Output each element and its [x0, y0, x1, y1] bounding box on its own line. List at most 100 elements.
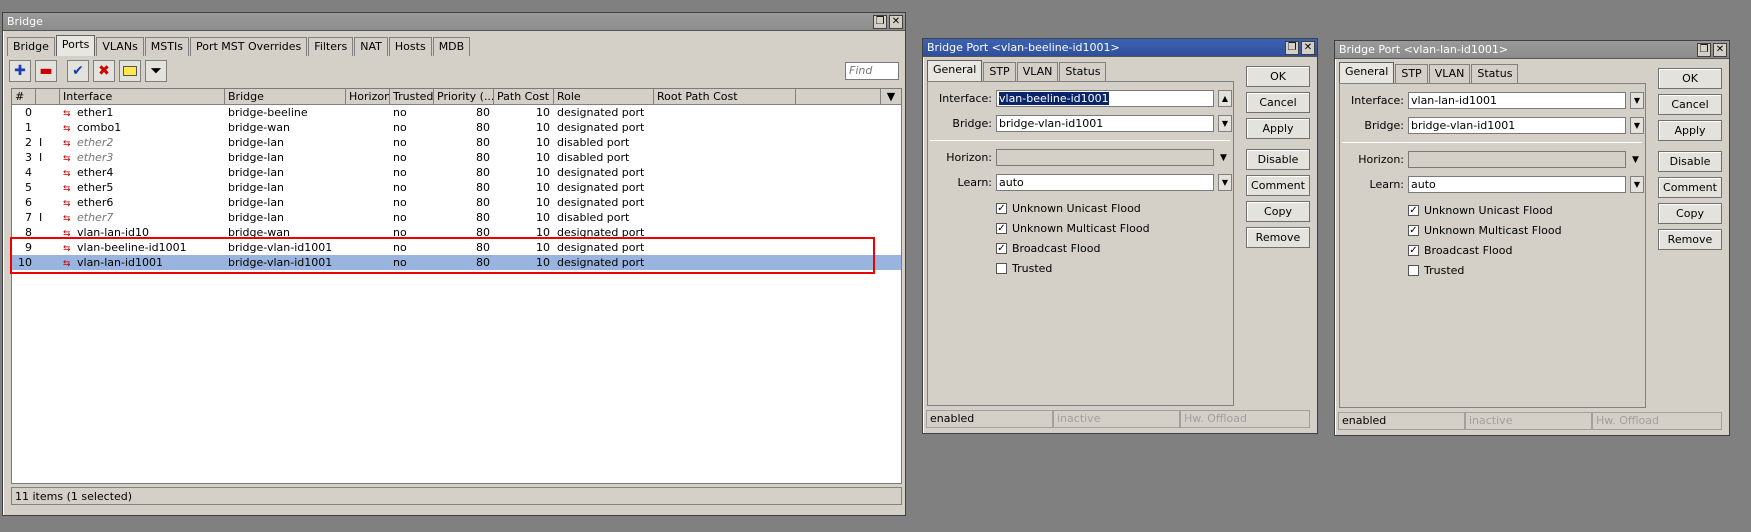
interface-field[interactable]: vlan-lan-id1001 — [1408, 92, 1626, 109]
bridge-tabs: Bridge Ports VLANs MSTIs Port MST Overri… — [3, 31, 905, 56]
add-button[interactable]: ✚ — [9, 60, 31, 82]
remove-button[interactable]: Remove — [1246, 227, 1310, 248]
bridge-titlebar[interactable]: Bridge ❐ ✕ — [3, 13, 905, 31]
comment-button[interactable] — [119, 60, 141, 82]
table-row[interactable]: 3 I ⇆ ether3 bridge-lan no 80 10 disabled port — [12, 150, 901, 165]
remove-button[interactable]: ▬ — [35, 60, 57, 82]
table-row[interactable]: 1 ⇆ combo1 bridge-wan no 80 10 designated port — [12, 120, 901, 135]
dialog2-titlebar[interactable]: Bridge Port <vlan-lan-id1001> ❐ ✕ — [1335, 41, 1729, 59]
tab-vlan[interactable]: VLAN — [1016, 62, 1059, 81]
col-bridge[interactable]: Bridge — [225, 89, 346, 104]
table-row[interactable]: 7 I ⇆ ether7 bridge-lan no 80 10 disabled port — [12, 210, 901, 225]
table-row[interactable]: 9 ⇆ vlan-beeline-id1001 bridge-vlan-id1001 n… — [12, 240, 901, 255]
ok-button[interactable]: OK — [1658, 68, 1722, 89]
tab-nat[interactable]: NAT — [354, 37, 388, 56]
tab-status[interactable]: Status — [1059, 62, 1107, 81]
tab-bridge[interactable]: Bridge — [7, 37, 55, 56]
col-interface[interactable]: Interface — [60, 89, 225, 104]
ok-button[interactable]: OK — [1246, 66, 1310, 87]
table-row[interactable]: 0 ⇆ ether1 bridge-beeline no 80 10 designated p… — [12, 105, 901, 120]
bridge-field[interactable]: bridge-vlan-id1001 — [1408, 117, 1626, 134]
tab-port-mst-overrides[interactable]: Port MST Overrides — [189, 37, 308, 56]
horizon-dropdown-icon[interactable]: ▼ — [1220, 153, 1227, 163]
column-menu-button[interactable]: ▼ — [881, 89, 901, 104]
unknown-multicast-flood-checkbox[interactable]: ✓ Unknown Multicast Flood — [1408, 224, 1562, 237]
table-row[interactable]: 10 ⇆ vlan-lan-id1001 bridge-vlan-id1001 no 80… — [12, 255, 901, 270]
filter-button[interactable]: ⏷ — [145, 60, 167, 82]
cell-flag — [36, 195, 60, 210]
tab-mstis[interactable]: MSTIs — [144, 37, 189, 56]
tab-stp[interactable]: STP — [1395, 64, 1428, 83]
x-icon: ✖ — [98, 63, 110, 79]
tab-stp[interactable]: STP — [983, 62, 1016, 81]
learn-dropdown-icon[interactable]: ▼ — [1630, 176, 1644, 193]
learn-dropdown-icon[interactable]: ▼ — [1218, 174, 1232, 191]
enable-button[interactable]: ✔ — [67, 60, 89, 82]
bridge-dropdown-icon[interactable]: ▼ — [1630, 117, 1644, 134]
apply-button[interactable]: Apply — [1658, 120, 1722, 141]
tab-general[interactable]: General — [927, 60, 983, 81]
col-root-path-cost[interactable]: Root Path Cost — [654, 89, 796, 104]
broadcast-flood-checkbox[interactable]: ✓ Broadcast Flood — [1408, 244, 1512, 257]
cancel-button[interactable]: Cancel — [1658, 94, 1722, 115]
cell-trusted: no — [393, 166, 407, 179]
col-horizon[interactable]: Horizon — [346, 89, 390, 104]
unknown-unicast-flood-checkbox[interactable]: ✓ Unknown Unicast Flood — [996, 202, 1141, 215]
col-trusted[interactable]: Trusted — [390, 89, 434, 104]
col-num[interactable]: # — [12, 89, 36, 104]
bridge-field[interactable]: bridge-vlan-id1001 — [996, 115, 1214, 132]
port-icon: ⇆ — [63, 214, 71, 224]
learn-field[interactable]: auto — [1408, 176, 1626, 193]
tab-vlans[interactable]: VLANs — [96, 37, 144, 56]
trusted-checkbox[interactable]: Trusted — [1408, 264, 1464, 277]
dialog1-titlebar[interactable]: Bridge Port <vlan-beeline-id1001> ❐ ✕ — [923, 39, 1317, 57]
tab-general[interactable]: General — [1339, 62, 1395, 83]
tab-ports[interactable]: Ports — [55, 35, 96, 56]
unknown-multicast-flood-checkbox[interactable]: ✓ Unknown Multicast Flood — [996, 222, 1150, 235]
learn-field[interactable]: auto — [996, 174, 1214, 191]
col-role[interactable]: Role — [554, 89, 654, 104]
apply-button[interactable]: Apply — [1246, 118, 1310, 139]
horizon-field[interactable] — [1408, 151, 1626, 168]
remove-button[interactable]: Remove — [1658, 229, 1722, 250]
tab-hosts[interactable]: Hosts — [388, 37, 432, 56]
col-flag[interactable] — [36, 89, 60, 104]
cell-interface: ⇆ ether3 — [60, 150, 225, 165]
trusted-checkbox[interactable]: Trusted — [996, 262, 1052, 275]
disable-button[interactable]: ✖ — [93, 60, 115, 82]
table-row[interactable]: 4 ⇆ ether4 bridge-lan no 80 10 designated port — [12, 165, 901, 180]
table-row[interactable]: 6 ⇆ ether6 bridge-lan no 80 10 designated port — [12, 195, 901, 210]
restore-icon[interactable]: ❐ — [1697, 42, 1711, 57]
broadcast-flood-checkbox[interactable]: ✓ Broadcast Flood — [996, 242, 1100, 255]
bridge-dropdown-icon[interactable]: ▼ — [1218, 115, 1232, 132]
horizon-dropdown-icon[interactable]: ▼ — [1632, 155, 1639, 165]
horizon-field[interactable] — [996, 149, 1214, 166]
tab-vlan[interactable]: VLAN — [1428, 64, 1471, 83]
table-row[interactable]: 8 ⇆ vlan-lan-id10 bridge-wan no 80 10 designate… — [12, 225, 901, 240]
restore-icon[interactable]: ❐ — [1285, 40, 1299, 55]
cancel-button[interactable]: Cancel — [1246, 92, 1310, 113]
tab-filters[interactable]: Filters — [308, 37, 354, 56]
ports-table: # Interface Bridge Horizon Trusted Prior… — [11, 88, 902, 484]
comment-button[interactable]: Comment — [1246, 175, 1310, 196]
copy-button[interactable]: Copy — [1246, 201, 1310, 222]
disable-button[interactable]: Disable — [1246, 149, 1310, 170]
close-icon[interactable]: ✕ — [1301, 40, 1315, 55]
interface-field[interactable]: vlan-beeline-id1001 — [996, 90, 1214, 107]
find-input[interactable]: Find — [845, 62, 899, 80]
table-row[interactable]: 5 ⇆ ether5 bridge-lan no 80 10 designated port — [12, 180, 901, 195]
close-icon[interactable]: ✕ — [889, 14, 903, 29]
restore-icon[interactable]: ❐ — [873, 14, 887, 29]
unknown-unicast-flood-checkbox[interactable]: ✓ Unknown Unicast Flood — [1408, 204, 1553, 217]
interface-dropdown-icon[interactable]: ▲ — [1218, 90, 1232, 107]
tab-mdb[interactable]: MDB — [432, 37, 471, 56]
col-priority[interactable]: Priority (... — [434, 89, 494, 104]
table-row[interactable]: 2 I ⇆ ether2 bridge-lan no 80 10 disabled port — [12, 135, 901, 150]
comment-button[interactable]: Comment — [1658, 177, 1722, 198]
col-path-cost[interactable]: Path Cost — [494, 89, 554, 104]
disable-button[interactable]: Disable — [1658, 151, 1722, 172]
copy-button[interactable]: Copy — [1658, 203, 1722, 224]
tab-status[interactable]: Status — [1471, 64, 1519, 83]
interface-dropdown-icon[interactable]: ▼ — [1630, 92, 1644, 109]
close-icon[interactable]: ✕ — [1713, 42, 1727, 57]
